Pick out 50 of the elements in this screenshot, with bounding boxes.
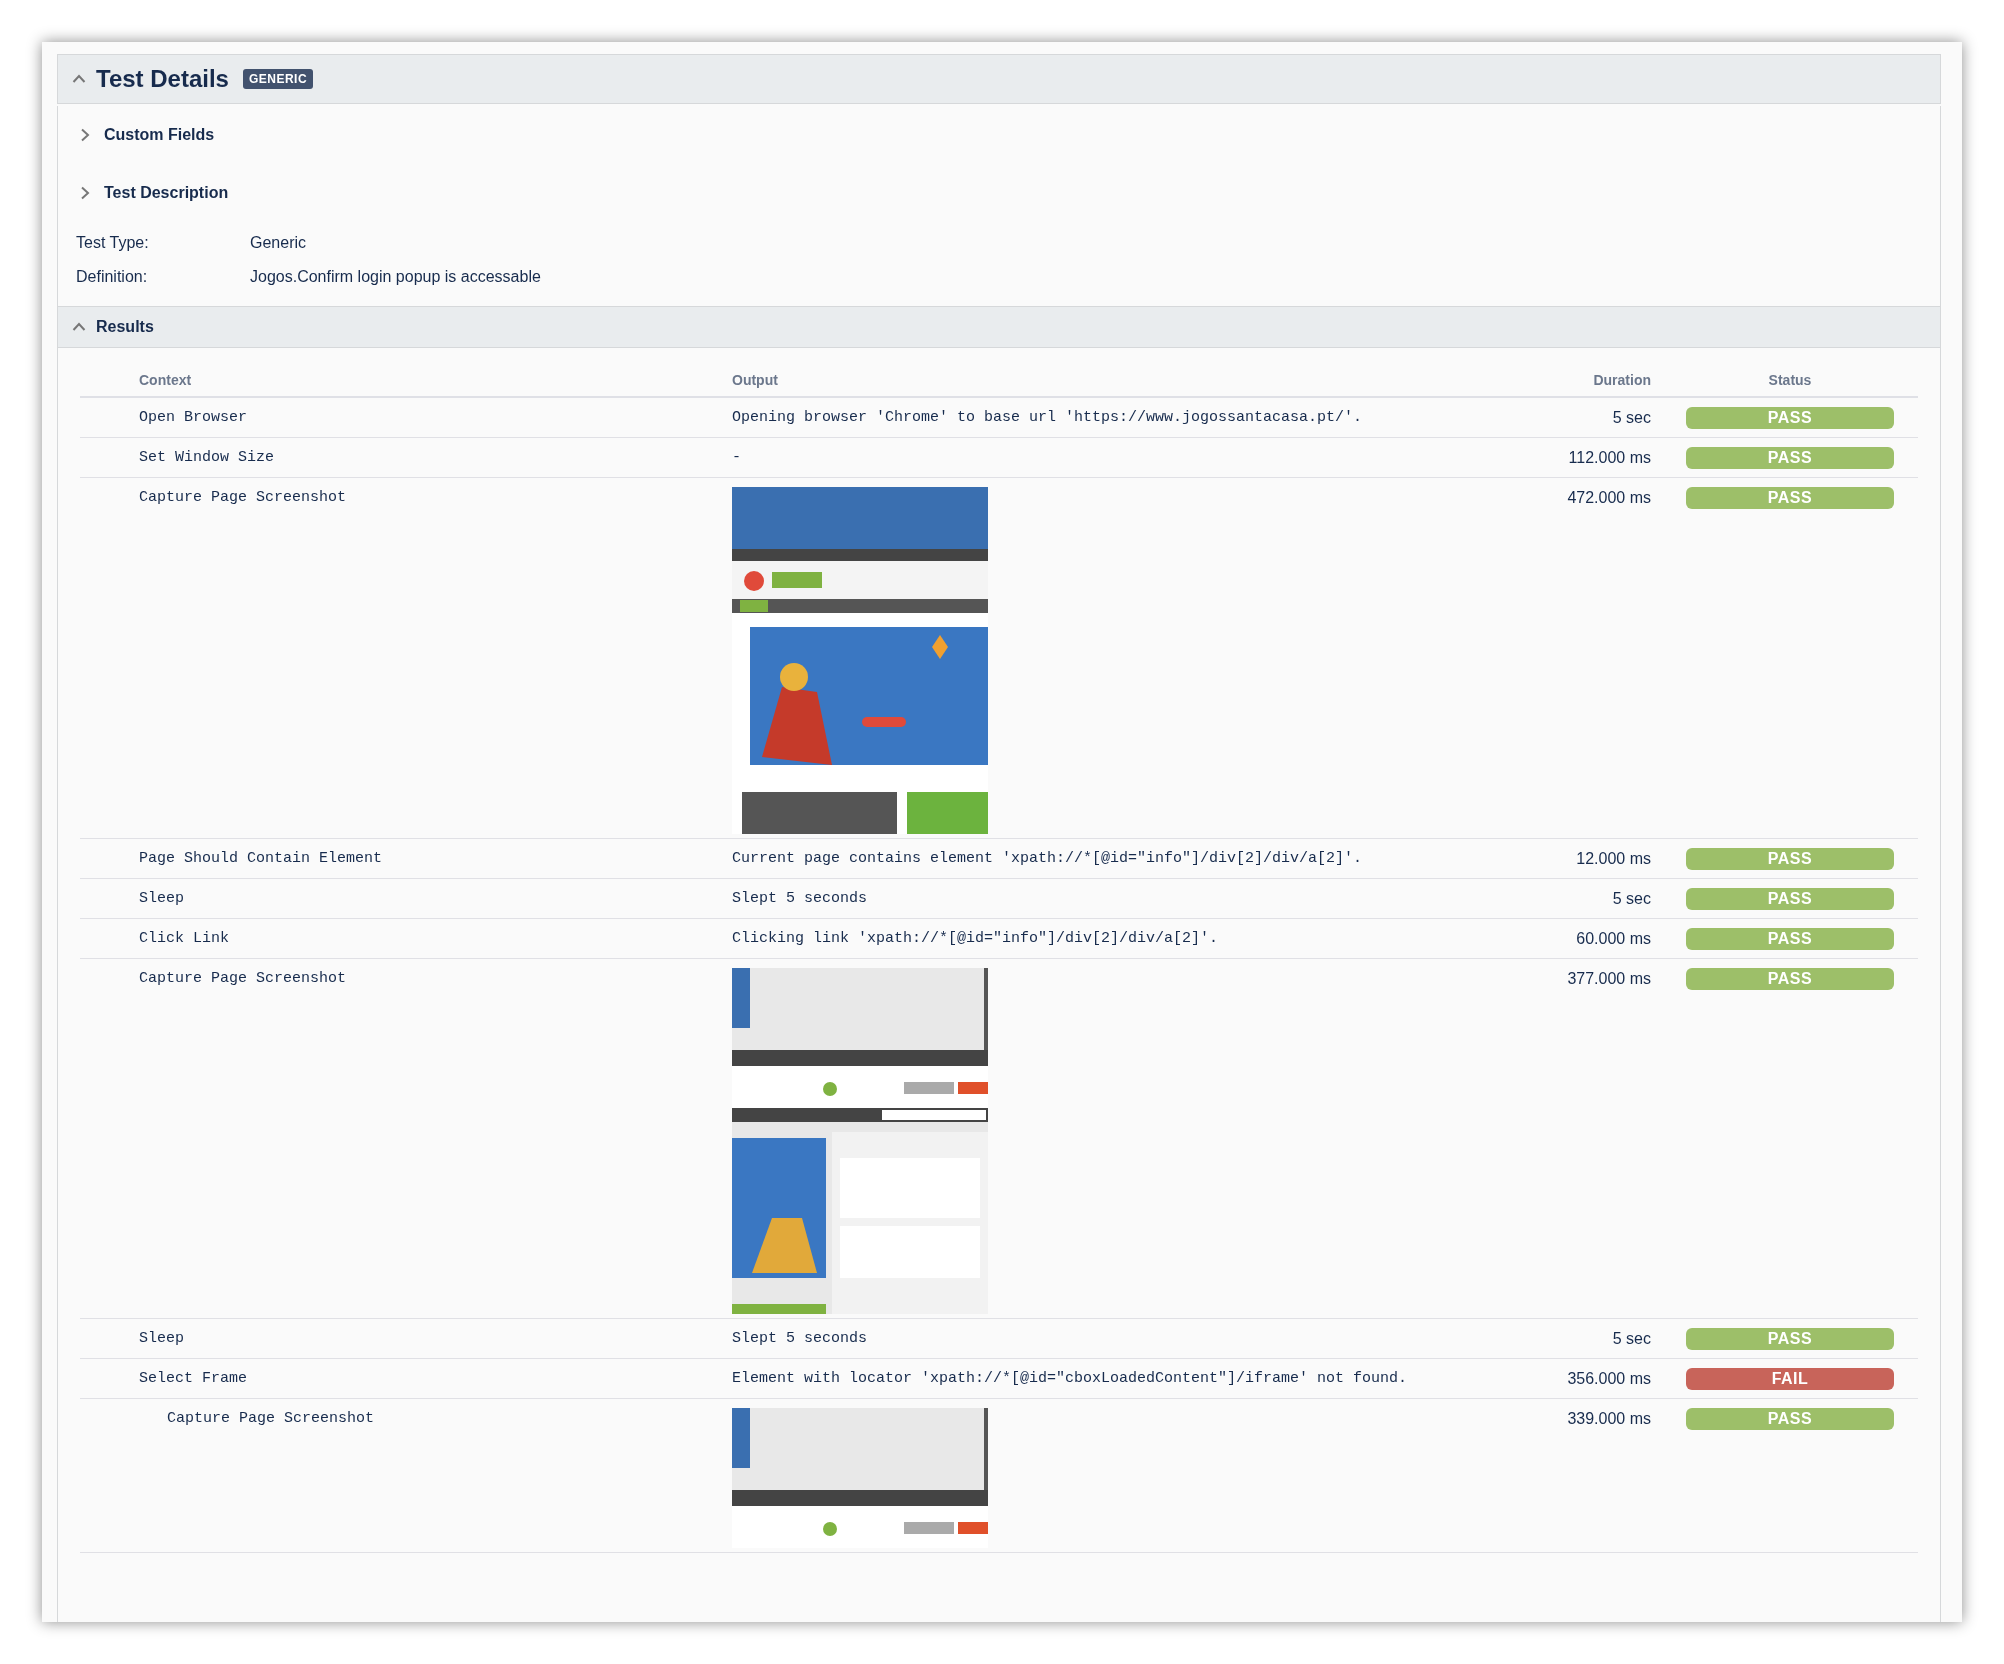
- duration: 5 sec: [1611, 408, 1651, 428]
- step-name: Capture Page Screenshot: [166, 1409, 376, 1429]
- step-name: Sleep: [138, 889, 185, 909]
- status-badge: PASS: [1686, 928, 1894, 950]
- section-toggle[interactable]: Custom Fields: [104, 126, 215, 144]
- step-output: Slept 5 seconds: [732, 1330, 868, 1347]
- step-output: Clicking link 'xpath://*[@id="info"]/div[2]/div/a[2]'.: [732, 930, 1219, 947]
- status-badge: FAIL: [1686, 1368, 1894, 1390]
- column-header: Context: [138, 372, 193, 388]
- duration: 112.000 ms: [1567, 448, 1651, 468]
- status-badge: PASS: [1686, 1328, 1894, 1350]
- status-badge: PASS: [1686, 1408, 1894, 1430]
- column-header: Output: [732, 372, 779, 388]
- status-badge: PASS: [1686, 968, 1894, 990]
- status-badge: PASS: [1686, 407, 1894, 429]
- step-output: -: [732, 449, 741, 466]
- step-name: Set Window Size: [138, 448, 276, 468]
- step-name: Capture Page Screenshot: [138, 488, 348, 508]
- step-name: Select Frame: [138, 1369, 249, 1389]
- step-name: Sleep: [138, 1329, 185, 1349]
- duration: 356.000 ms: [1566, 1369, 1651, 1389]
- column-header: Status: [1767, 372, 1813, 388]
- type-badge: GENERIC: [242, 69, 314, 89]
- status-badge: PASS: [1686, 487, 1894, 509]
- status-badge: PASS: [1686, 848, 1894, 870]
- field-label: Definition:: [76, 268, 148, 286]
- step-output: Element with locator 'xpath://*[@id="cboxLoadedContent"]/iframe' not found.: [732, 1370, 1408, 1387]
- step-name: Page Should Contain Element: [138, 849, 384, 869]
- step-output: Opening browser 'Chrome' to base url 'https://www.jogossantacasa.pt/'.: [732, 409, 1363, 426]
- duration: 472.000 ms: [1566, 488, 1651, 508]
- step-output: Slept 5 seconds: [732, 890, 868, 907]
- section-toggle[interactable]: Test Description: [104, 184, 229, 202]
- duration: 5 sec: [1611, 889, 1651, 909]
- duration: 377.000 ms: [1566, 969, 1651, 989]
- section-title[interactable]: Results: [96, 318, 154, 336]
- duration: 5 sec: [1611, 1329, 1651, 1349]
- column-header: Duration: [1592, 372, 1651, 388]
- status-badge: PASS: [1686, 447, 1894, 469]
- duration: 60.000 ms: [1575, 929, 1651, 949]
- field-value: Generic: [250, 234, 307, 252]
- duration: 339.000 ms: [1566, 1409, 1651, 1429]
- field-label: Test Type:: [76, 234, 149, 252]
- panel-title: Test Details: [96, 65, 229, 93]
- duration: 12.000 ms: [1575, 849, 1651, 869]
- status-badge: PASS: [1686, 888, 1894, 910]
- step-output: Current page contains element 'xpath://*[@id="info"]/div[2]/div/a[2]'.: [732, 850, 1363, 867]
- step-name: Open Browser: [138, 408, 249, 428]
- step-name: Click Link: [138, 929, 230, 949]
- field-value: Jogos.Confirm login popup is accessable: [250, 268, 541, 286]
- step-name: Capture Page Screenshot: [138, 969, 348, 989]
